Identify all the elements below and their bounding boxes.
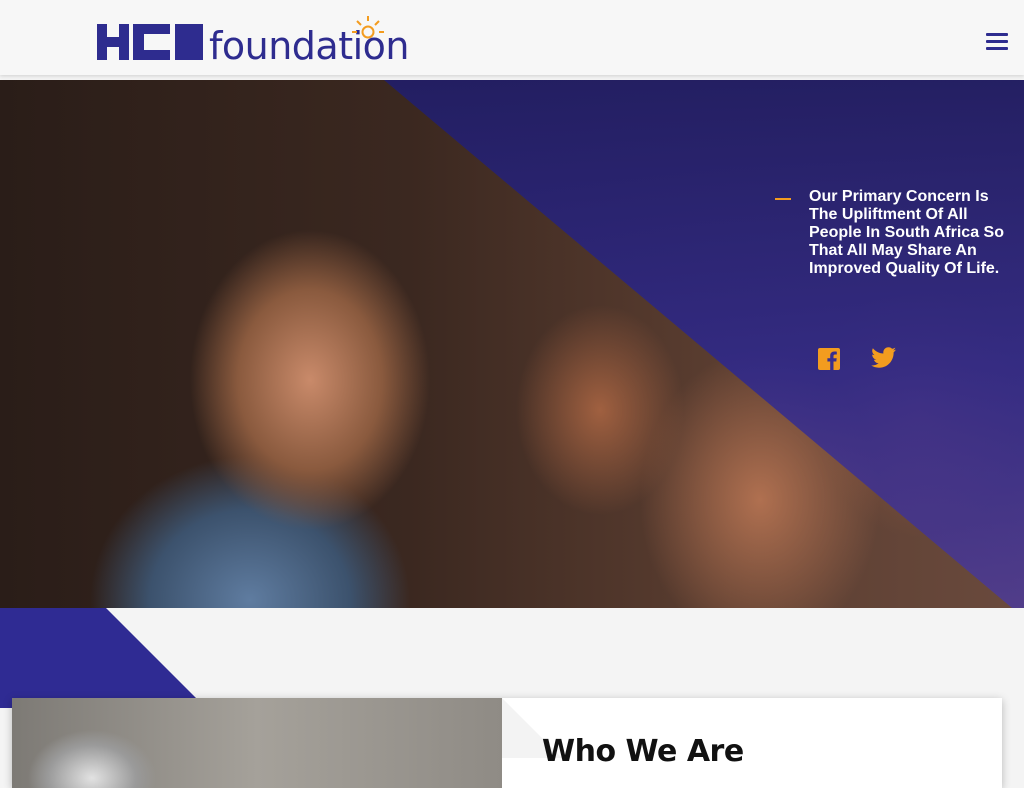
svg-text:foundation: foundation — [209, 24, 409, 68]
hero-diagonal-overlay — [384, 80, 1024, 608]
site-header: HCI foundation foundation — [0, 0, 1024, 75]
logo-graphic: foundation — [97, 16, 410, 68]
twitter-icon[interactable] — [871, 347, 897, 371]
hci-foundation-logo[interactable]: HCI foundation foundation — [96, 12, 416, 68]
who-we-are-photo — [12, 698, 502, 788]
who-we-are-heading: Who We Are — [542, 734, 744, 769]
decorative-blue-triangle — [0, 608, 206, 708]
facebook-icon[interactable] — [817, 347, 843, 371]
hamburger-menu-icon[interactable] — [986, 33, 1008, 50]
who-we-are-card: Who We Are — [12, 698, 1002, 788]
hero-tagline: Our Primary Concern Is The Upliftment Of… — [809, 188, 1004, 277]
hero-banner: Our Primary Concern Is The Upliftment Of… — [0, 80, 1024, 608]
tagline-accent-dash — [775, 198, 791, 200]
